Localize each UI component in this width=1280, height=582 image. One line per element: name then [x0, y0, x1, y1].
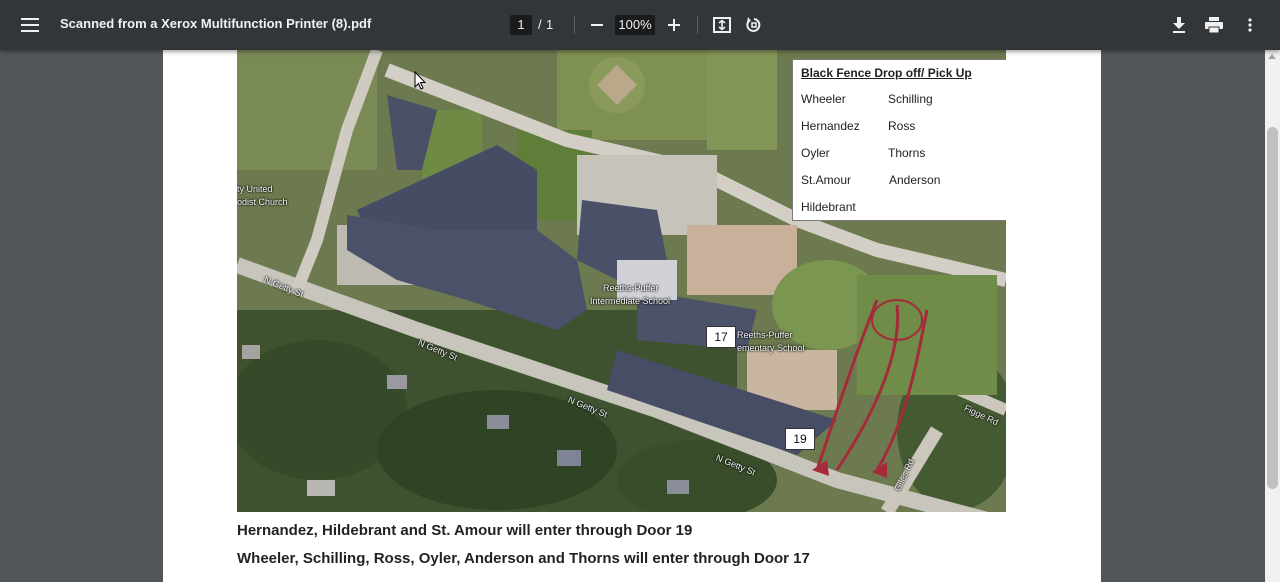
print-icon[interactable] [1201, 12, 1227, 38]
zoom-out-icon[interactable] [584, 12, 610, 38]
drop-off-legend: Black Fence Drop off/ Pick Up Wheeler He… [792, 59, 1006, 221]
mouse-cursor-icon [414, 70, 427, 96]
map-label-church: ty United [237, 184, 273, 194]
legend-title: Black Fence Drop off/ Pick Up [801, 66, 972, 80]
legend-name: Thorns [888, 146, 926, 160]
scroll-thumb[interactable] [1267, 127, 1278, 489]
document-title: Scanned from a Xerox Multifunction Print… [60, 16, 372, 31]
door-17-caption: Wheeler, Schilling, Ross, Oyler, Anderso… [237, 550, 810, 567]
map-label-intermediate-school: Reeths-Puffer [603, 283, 659, 293]
toolbar-divider [697, 16, 698, 34]
legend-name: Hildebrant [801, 200, 856, 214]
page-total: 1 [546, 17, 554, 32]
vertical-scrollbar[interactable] [1265, 50, 1280, 582]
page-number-input[interactable]: 1 [510, 15, 532, 35]
pdf-toolbar: Scanned from a Xerox Multifunction Print… [0, 0, 1280, 50]
map-label-elementary-school: ementary School [737, 343, 805, 353]
pdf-viewer[interactable]: ty United odist Church Reeths-Puffer Int… [0, 50, 1280, 582]
page-separator: / [538, 17, 542, 32]
legend-name: Oyler [801, 146, 830, 160]
legend-name: Wheeler [801, 92, 846, 106]
menu-icon[interactable] [14, 9, 46, 41]
rotate-icon[interactable] [741, 12, 767, 38]
legend-name: St.Amour [801, 173, 852, 187]
download-icon[interactable] [1166, 12, 1192, 38]
door-17-label: 17 [706, 326, 736, 348]
map-label-elementary-school: Reeths-Puffer [737, 330, 793, 340]
scroll-up-icon[interactable] [1268, 54, 1276, 59]
map-label-intermediate-school: Intermediate School [590, 296, 671, 306]
legend-name: Schilling [888, 92, 933, 106]
legend-name: Ross [888, 119, 916, 133]
door-19-label: 19 [785, 428, 815, 450]
legend-name: Hernandez [801, 119, 860, 133]
zoom-in-icon[interactable] [661, 12, 687, 38]
legend-name: Anderson [889, 173, 941, 187]
pdf-page: ty United odist Church Reeths-Puffer Int… [163, 50, 1101, 582]
zoom-level-input[interactable]: 100% [615, 15, 655, 35]
more-vert-icon[interactable] [1237, 12, 1263, 38]
door-19-caption: Hernandez, Hildebrant and St. Amour will… [237, 522, 693, 539]
toolbar-divider [574, 16, 575, 34]
fit-page-icon[interactable] [709, 12, 735, 38]
map-label-church: odist Church [237, 197, 288, 207]
aerial-map-image: ty United odist Church Reeths-Puffer Int… [237, 50, 1006, 512]
